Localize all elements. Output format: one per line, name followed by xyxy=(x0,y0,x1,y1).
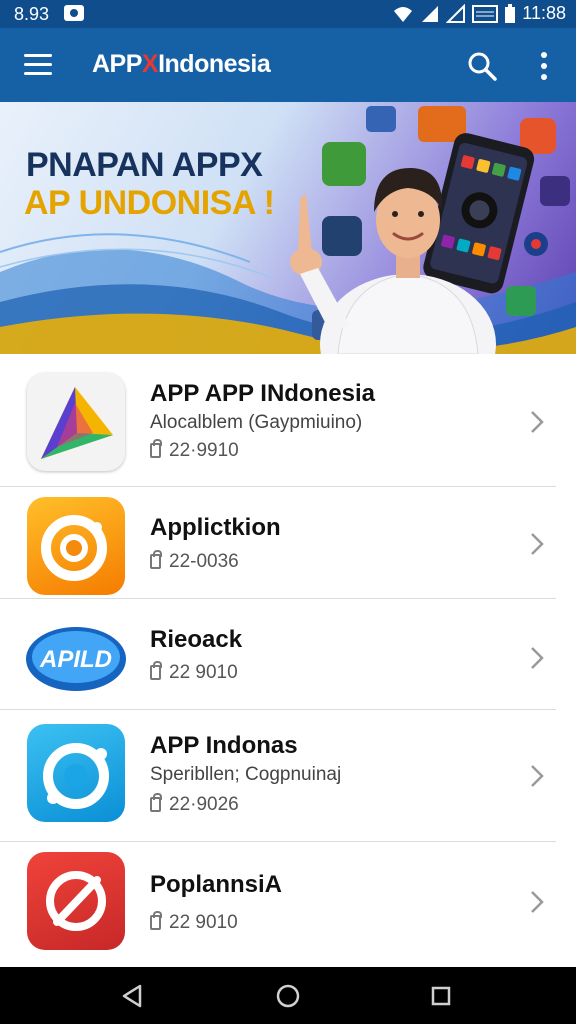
list-item[interactable]: APP Indonas Speribllen; Cogpnuinaj 22·90… xyxy=(0,710,576,842)
back-icon[interactable] xyxy=(120,983,146,1009)
app-size-value: 22 9010 xyxy=(169,662,238,683)
menu-icon[interactable] xyxy=(24,52,54,78)
keyboard-icon xyxy=(472,4,499,23)
chevron-right-icon xyxy=(531,533,544,555)
list-item[interactable]: PoplannsiA 22 9010 xyxy=(0,842,576,967)
app-size-value: 22·9910 xyxy=(169,440,239,461)
app-icon-triangle xyxy=(27,373,125,471)
app-name: APP APP INdonesia xyxy=(150,380,375,407)
app-list: APP APP INdonesia Alocalblem (Gaypmiuino… xyxy=(0,354,576,967)
home-icon[interactable] xyxy=(275,983,301,1009)
app-name: Applictkion xyxy=(150,514,281,541)
status-icons: 11:88 xyxy=(392,3,566,24)
chevron-right-icon xyxy=(531,647,544,669)
status-time-left: 8.93 xyxy=(14,4,50,24)
app-icon-orange-camera xyxy=(27,497,125,595)
battery-icon xyxy=(505,3,516,23)
search-icon[interactable] xyxy=(466,50,498,82)
more-vert-icon[interactable] xyxy=(534,50,554,82)
signal-icon-2 xyxy=(446,3,466,23)
app-size: 22 9010 xyxy=(150,661,238,684)
app-icon-red-no-sign xyxy=(27,852,125,950)
app-title-suffix: Indonesia xyxy=(158,50,271,78)
app-size: 22-0036 xyxy=(150,550,239,573)
app-size-value: 22·9026 xyxy=(169,794,239,815)
chevron-right-icon xyxy=(531,765,544,787)
list-item[interactable]: APP APP INdonesia Alocalblem (Gaypmiuino… xyxy=(0,354,576,487)
app-name: Rieoack xyxy=(150,626,243,653)
banner-subheadline: AP UNDONISA ! xyxy=(24,184,275,222)
lock-icon xyxy=(150,550,162,569)
system-nav-bar xyxy=(0,967,576,1024)
app-size: 22 9010 xyxy=(150,911,238,934)
chevron-right-icon xyxy=(531,891,544,913)
status-time-right: 11:88 xyxy=(522,3,566,23)
app-size: 22·9026 xyxy=(150,793,239,816)
app-icon-blue-ring xyxy=(27,724,125,822)
lock-icon xyxy=(150,793,162,812)
list-item[interactable]: APILD Rieoack 22 9010 xyxy=(0,599,576,710)
banner-headline: PNAPAN APPX xyxy=(26,146,263,184)
app-title-x: X xyxy=(141,50,159,78)
app-size-value: 22 9010 xyxy=(169,912,238,933)
app-icon-apild-badge: APILD xyxy=(24,605,128,703)
lock-icon xyxy=(150,661,162,680)
app-subtitle: Alocalblem (Gaypmiuino) xyxy=(150,412,363,433)
app-name: PoplannsiA xyxy=(150,871,283,898)
app-size-value: 22-0036 xyxy=(169,551,239,572)
app-subtitle: Speribllen; Cogpnuinaj xyxy=(150,764,342,785)
app-title: APPXIndonesia xyxy=(92,50,271,79)
lock-icon xyxy=(150,439,162,458)
signal-icon xyxy=(422,5,439,22)
recents-icon[interactable] xyxy=(428,983,454,1009)
app-title-prefix: APP xyxy=(92,50,142,78)
wifi-icon xyxy=(394,6,413,22)
lock-icon xyxy=(150,911,162,930)
app-size: 22·9910 xyxy=(150,439,239,462)
promo-banner[interactable]: PNAPAN APPX AP UNDONISA ! xyxy=(0,102,576,354)
app-bar: APPXIndonesia xyxy=(0,28,576,102)
notification-icon xyxy=(64,5,84,21)
apild-badge-text: APILD xyxy=(39,646,112,673)
list-item[interactable]: Applictkion 22-0036 xyxy=(0,487,576,599)
banner-art xyxy=(0,106,576,354)
app-name: APP Indonas xyxy=(150,732,298,759)
chevron-right-icon xyxy=(531,411,544,433)
status-bar: 8.93 11:88 xyxy=(0,0,576,28)
